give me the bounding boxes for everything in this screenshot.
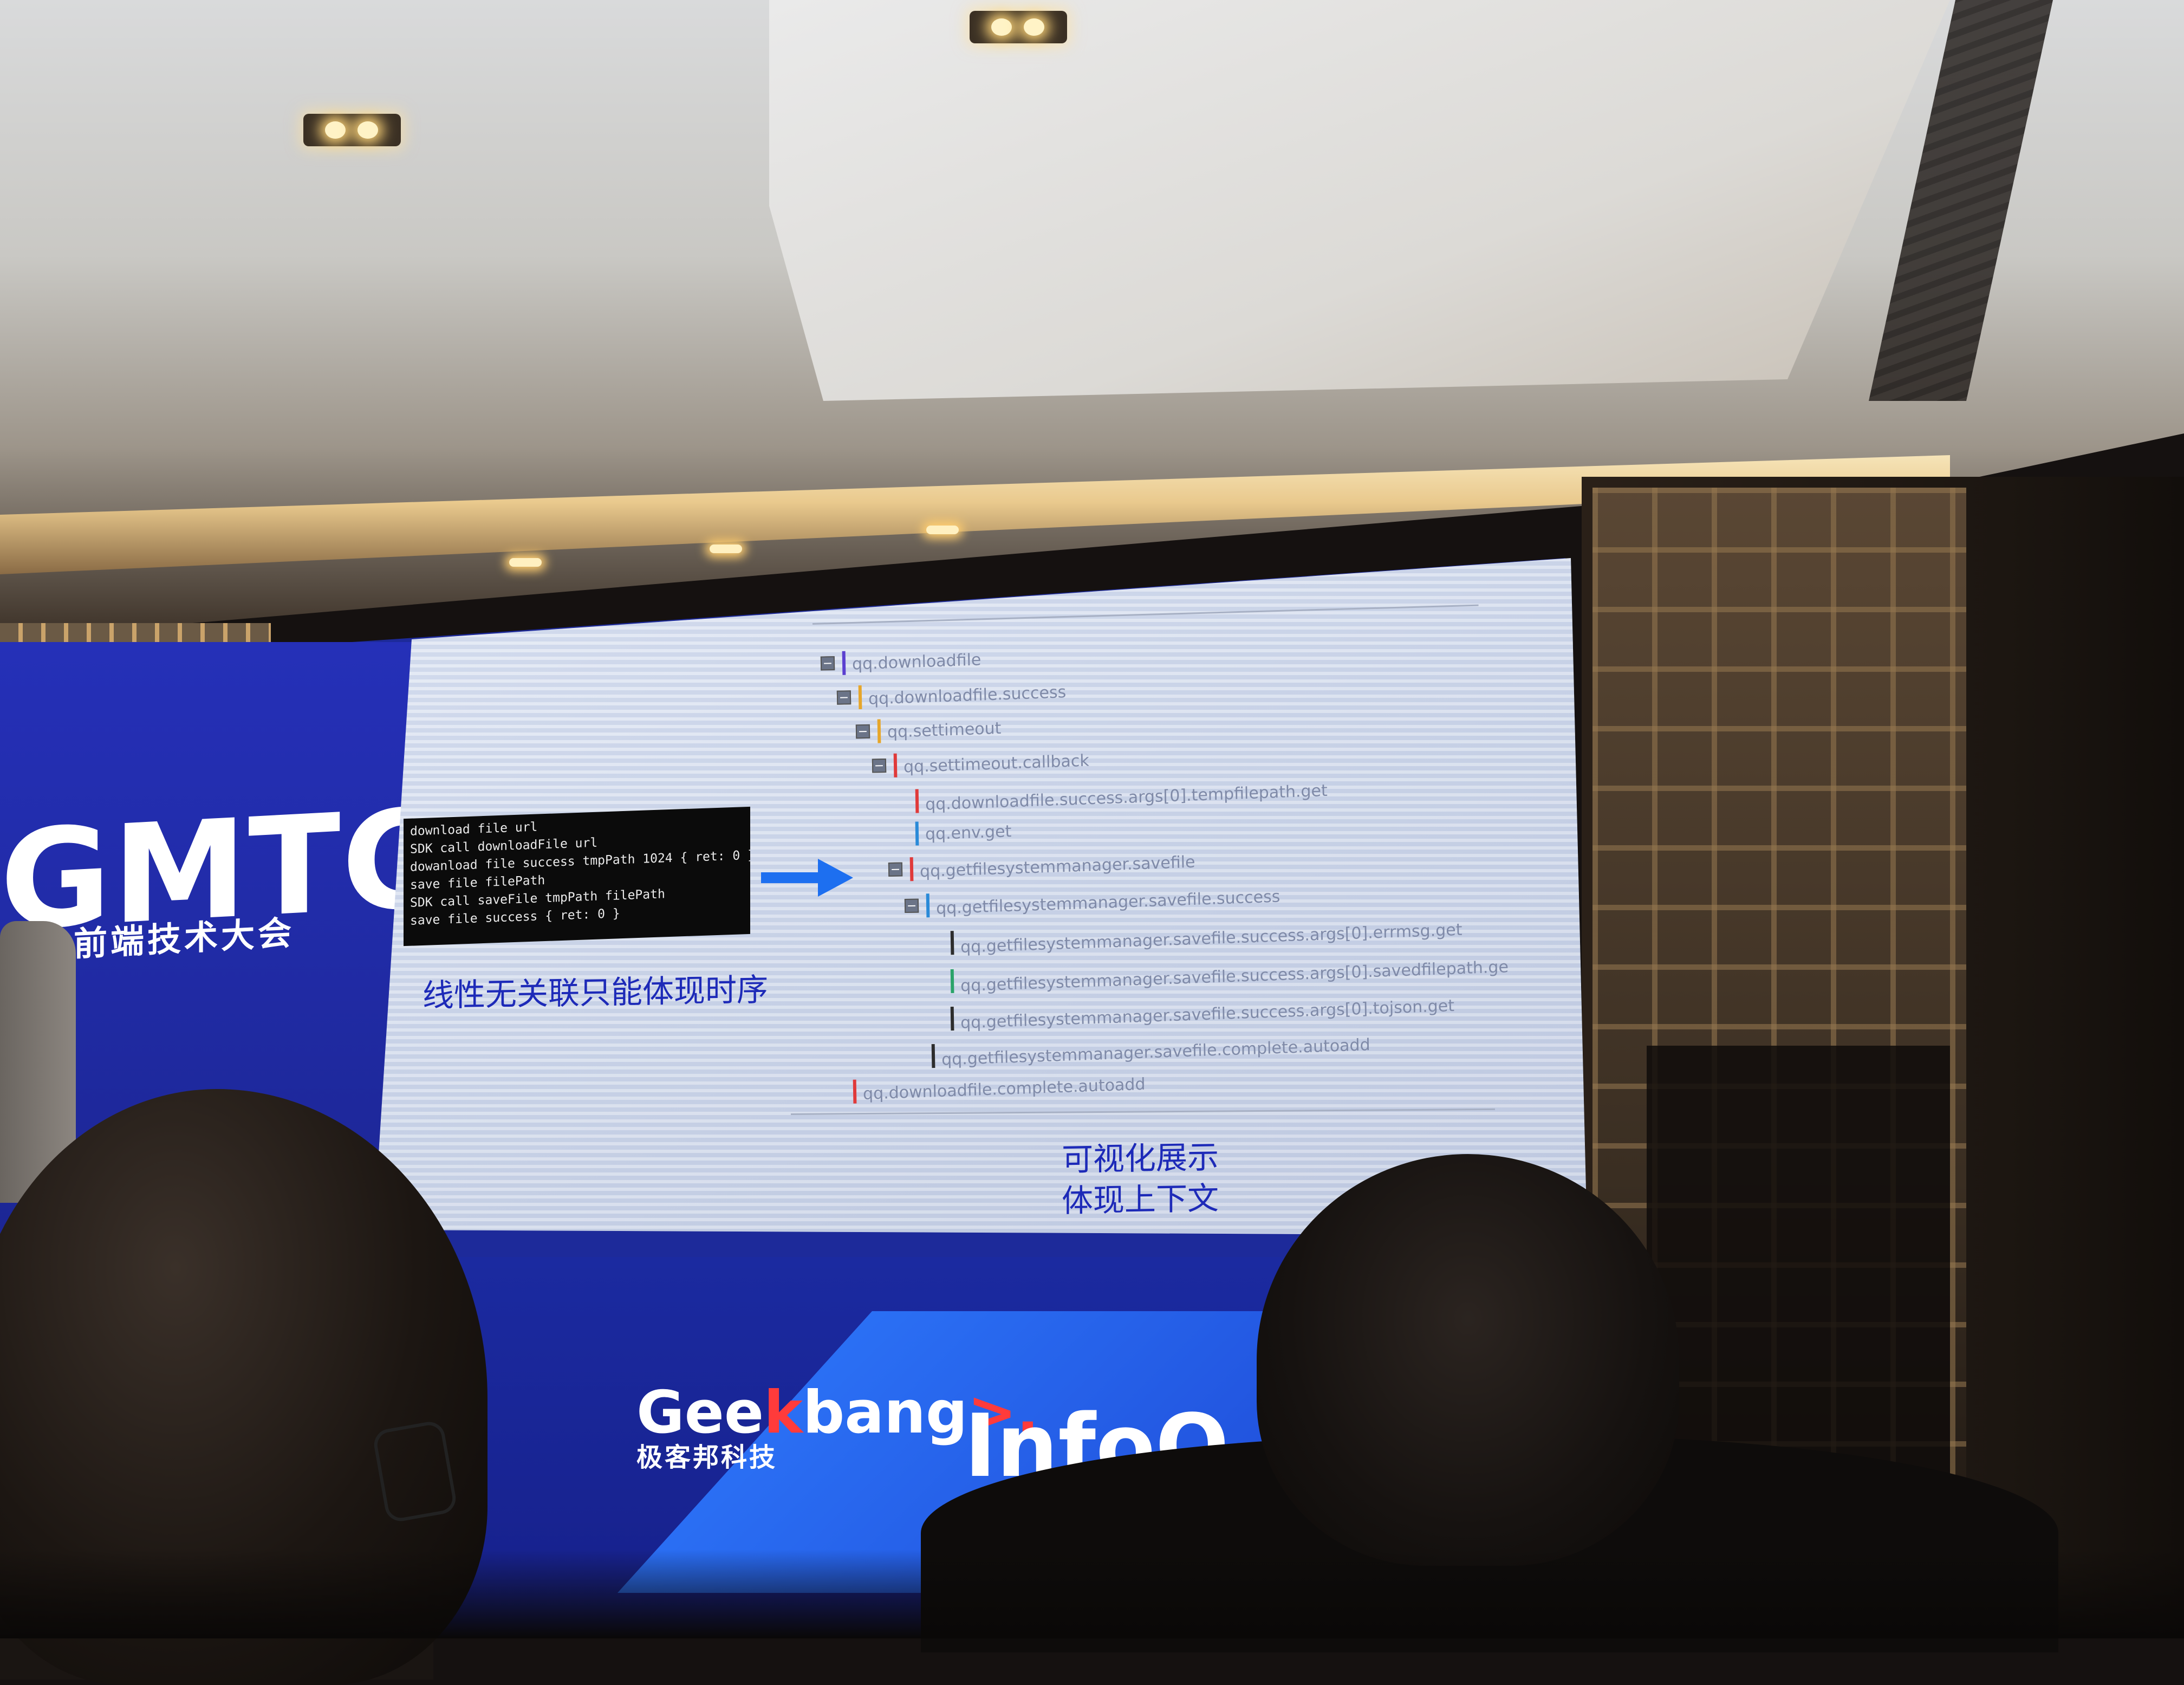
ceiling-downlight — [303, 114, 401, 146]
ceiling-panel — [769, 0, 1950, 401]
arrow-right-icon — [761, 859, 853, 897]
geekbang-cn-name: 极客邦科技 — [636, 1442, 778, 1473]
ceiling-spotlight — [710, 545, 742, 553]
audience-head-right — [1257, 1154, 1679, 1566]
caption-visual-line: 体现上下文 — [1062, 1180, 1219, 1220]
ceiling-spotlight — [509, 558, 542, 567]
terminal-log: download file url SDK call downloadFile … — [404, 806, 750, 947]
caption-visual: 可视化展示 体现上下文 — [1062, 1136, 1219, 1221]
geekbang-logo-part: bang — [802, 1379, 968, 1447]
ceiling-downlight — [970, 11, 1067, 43]
floor-shadow — [0, 1550, 2184, 1638]
caption-linear: 线性无关联只能体现时序 — [422, 971, 769, 1014]
caption-visual-line: 可视化展示 — [1062, 1138, 1219, 1178]
ceiling-spotlight — [926, 526, 959, 534]
